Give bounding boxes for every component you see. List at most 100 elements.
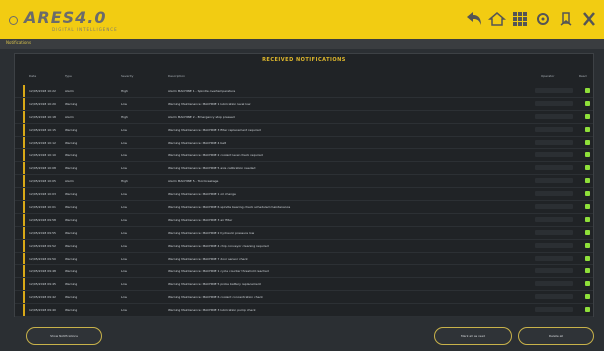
operator-field xyxy=(535,281,573,287)
cell-severity: Low xyxy=(121,269,127,274)
cell-type: Warning xyxy=(65,205,78,210)
row-accent xyxy=(23,278,25,291)
table-row[interactable]: 12/05/2018 09:58 Warning Low Warning Mainte… xyxy=(15,213,593,227)
cell-date: 12/05/2018 10:03 xyxy=(29,192,56,197)
read-status-icon[interactable] xyxy=(585,178,590,184)
cell-severity: Low xyxy=(121,101,127,106)
table-row[interactable]: 12/05/2018 10:10 Warning Low Warning Mainte… xyxy=(15,149,593,163)
table-row[interactable]: 12/05/2018 10:03 Warning Low Warning Mainte… xyxy=(15,188,593,202)
read-status-icon[interactable] xyxy=(585,242,590,248)
row-accent xyxy=(23,226,25,239)
read-status-icon[interactable] xyxy=(585,152,590,158)
cell-date: 12/05/2018 09:50 xyxy=(29,256,56,261)
cell-severity: Low xyxy=(121,192,127,197)
row-accent xyxy=(23,136,25,149)
notifications-panel: RECEIVED NOTIFICATIONS Date Type Severit… xyxy=(14,53,594,318)
read-status-icon[interactable] xyxy=(585,268,590,274)
cell-type: Warning xyxy=(65,217,78,222)
table-row[interactable]: 12/05/2018 09:40 Warning Low Warning Mainte… xyxy=(15,304,593,318)
read-status-icon[interactable] xyxy=(585,255,590,261)
top-header: ARES4.0 DIGITAL INTELLIGENCE xyxy=(0,0,604,39)
operator-field xyxy=(535,88,573,93)
cell-description: Warning Maintenance: MACHINE 1 cycle cou… xyxy=(168,269,269,274)
row-accent xyxy=(23,304,25,317)
gear-icon[interactable] xyxy=(534,9,552,29)
app-logo: ARES4.0 xyxy=(24,8,107,27)
cell-date: 12/05/2018 09:45 xyxy=(29,282,56,287)
row-accent xyxy=(23,162,25,175)
row-accent xyxy=(23,149,25,162)
user-switch-icon[interactable] xyxy=(557,9,575,29)
read-status-icon[interactable] xyxy=(585,165,590,171)
read-status-icon[interactable] xyxy=(585,139,590,145)
cell-type: Warning xyxy=(65,166,78,171)
cell-date: 12/05/2018 10:22 xyxy=(29,89,56,93)
read-status-icon[interactable] xyxy=(585,204,590,210)
breadcrumb-bar: Notifications xyxy=(0,39,604,49)
table-row[interactable]: 12/05/2018 10:15 Warning Low Warning Mainte… xyxy=(15,123,593,137)
cell-severity: Low xyxy=(121,295,127,300)
read-status-icon[interactable] xyxy=(585,113,590,119)
close-icon[interactable] xyxy=(580,9,598,29)
read-status-icon[interactable] xyxy=(585,126,590,132)
table-row[interactable]: 12/05/2018 10:08 Warning Low Warning Mainte… xyxy=(15,162,593,176)
row-accent xyxy=(23,265,25,278)
read-status-icon[interactable] xyxy=(585,307,590,313)
breadcrumb: Notifications xyxy=(6,40,32,45)
cell-date: 12/05/2018 09:52 xyxy=(29,243,56,248)
table-row[interactable]: 12/05/2018 09:55 Warning Low Warning Mainte… xyxy=(15,226,593,240)
read-status-icon[interactable] xyxy=(585,281,590,287)
row-accent xyxy=(23,291,25,304)
cell-type: Warning xyxy=(65,243,78,248)
show-notifications-button[interactable]: Show Notifications xyxy=(26,327,102,345)
cell-type: Warning xyxy=(65,140,78,145)
grid-icon[interactable] xyxy=(511,9,529,29)
cell-description: Warning Maintenance: MACHINE 5 axis cali… xyxy=(168,166,256,171)
cell-type: Warning xyxy=(65,295,78,300)
operator-field xyxy=(535,178,573,184)
cell-type: Alarm xyxy=(65,89,74,93)
cell-type: Warning xyxy=(65,269,78,274)
operator-field xyxy=(535,139,573,145)
table-row[interactable]: 12/05/2018 09:45 Warning Low Warning Mainte… xyxy=(15,278,593,292)
read-status-icon[interactable] xyxy=(585,229,590,235)
table-row[interactable]: 12/05/2018 09:52 Warning Low Warning Mainte… xyxy=(15,239,593,253)
operator-field xyxy=(535,100,573,106)
read-status-icon[interactable] xyxy=(585,88,590,93)
cell-severity: Low xyxy=(121,127,127,132)
table-row[interactable]: 12/05/2018 09:48 Warning Low Warning Mainte… xyxy=(15,265,593,279)
header-toolbar xyxy=(465,8,598,30)
cell-description: Warning Maintenance: MACHINE 2 coolant l… xyxy=(168,153,263,158)
operator-field xyxy=(535,307,573,313)
cell-type: Alarm xyxy=(65,179,74,184)
table-row[interactable]: 12/05/2018 10:20 Warning Low Warning Mainte… xyxy=(15,97,593,111)
read-status-icon[interactable] xyxy=(585,191,590,197)
operator-field xyxy=(535,191,573,197)
read-status-icon[interactable] xyxy=(585,100,590,106)
table-row[interactable]: 12/05/2018 09:50 Warning Low Warning Mainte… xyxy=(15,252,593,266)
cell-severity: Low xyxy=(121,308,127,313)
cell-description: Warning Maintenance: MACHINE 5 probe bat… xyxy=(168,282,261,287)
operator-field xyxy=(535,268,573,274)
cell-severity: Low xyxy=(121,230,127,235)
table-row[interactable]: 12/05/2018 10:12 Warning Low Warning Mainte… xyxy=(15,136,593,150)
table-row[interactable]: 12/05/2018 09:42 Warning Low Warning Mainte… xyxy=(15,291,593,305)
table-row[interactable]: 12/05/2018 10:22 Alarm High Alarm MACHINE 1… xyxy=(15,85,593,98)
cell-description: Warning Maintenance: MACHINE 3 filter re… xyxy=(168,127,261,132)
back-arrow-icon[interactable] xyxy=(465,9,483,29)
cell-type: Warning xyxy=(65,256,78,261)
table-row[interactable]: 12/05/2018 10:05 Alarm High Alarm MACHINE 5… xyxy=(15,175,593,189)
menu-dot-icon[interactable] xyxy=(9,16,18,25)
mark-all-read-button[interactable]: Mark all as read xyxy=(434,327,512,345)
read-status-icon[interactable] xyxy=(585,216,590,222)
home-icon[interactable] xyxy=(488,9,506,29)
cell-severity: Low xyxy=(121,217,127,222)
column-header-type: Type xyxy=(65,74,72,78)
cell-severity: High xyxy=(121,114,128,119)
cell-description: Warning Maintenance: MACHINE 3 air filte… xyxy=(168,217,233,222)
table-row[interactable]: 12/05/2018 10:18 Alarm High Alarm MACHINE 2… xyxy=(15,110,593,124)
table-row[interactable]: 12/05/2018 10:01 Warning Low Warning Mainte… xyxy=(15,201,593,214)
cell-date: 12/05/2018 10:12 xyxy=(29,140,56,145)
read-status-icon[interactable] xyxy=(585,294,590,300)
delete-all-button[interactable]: Delete all xyxy=(518,327,594,345)
